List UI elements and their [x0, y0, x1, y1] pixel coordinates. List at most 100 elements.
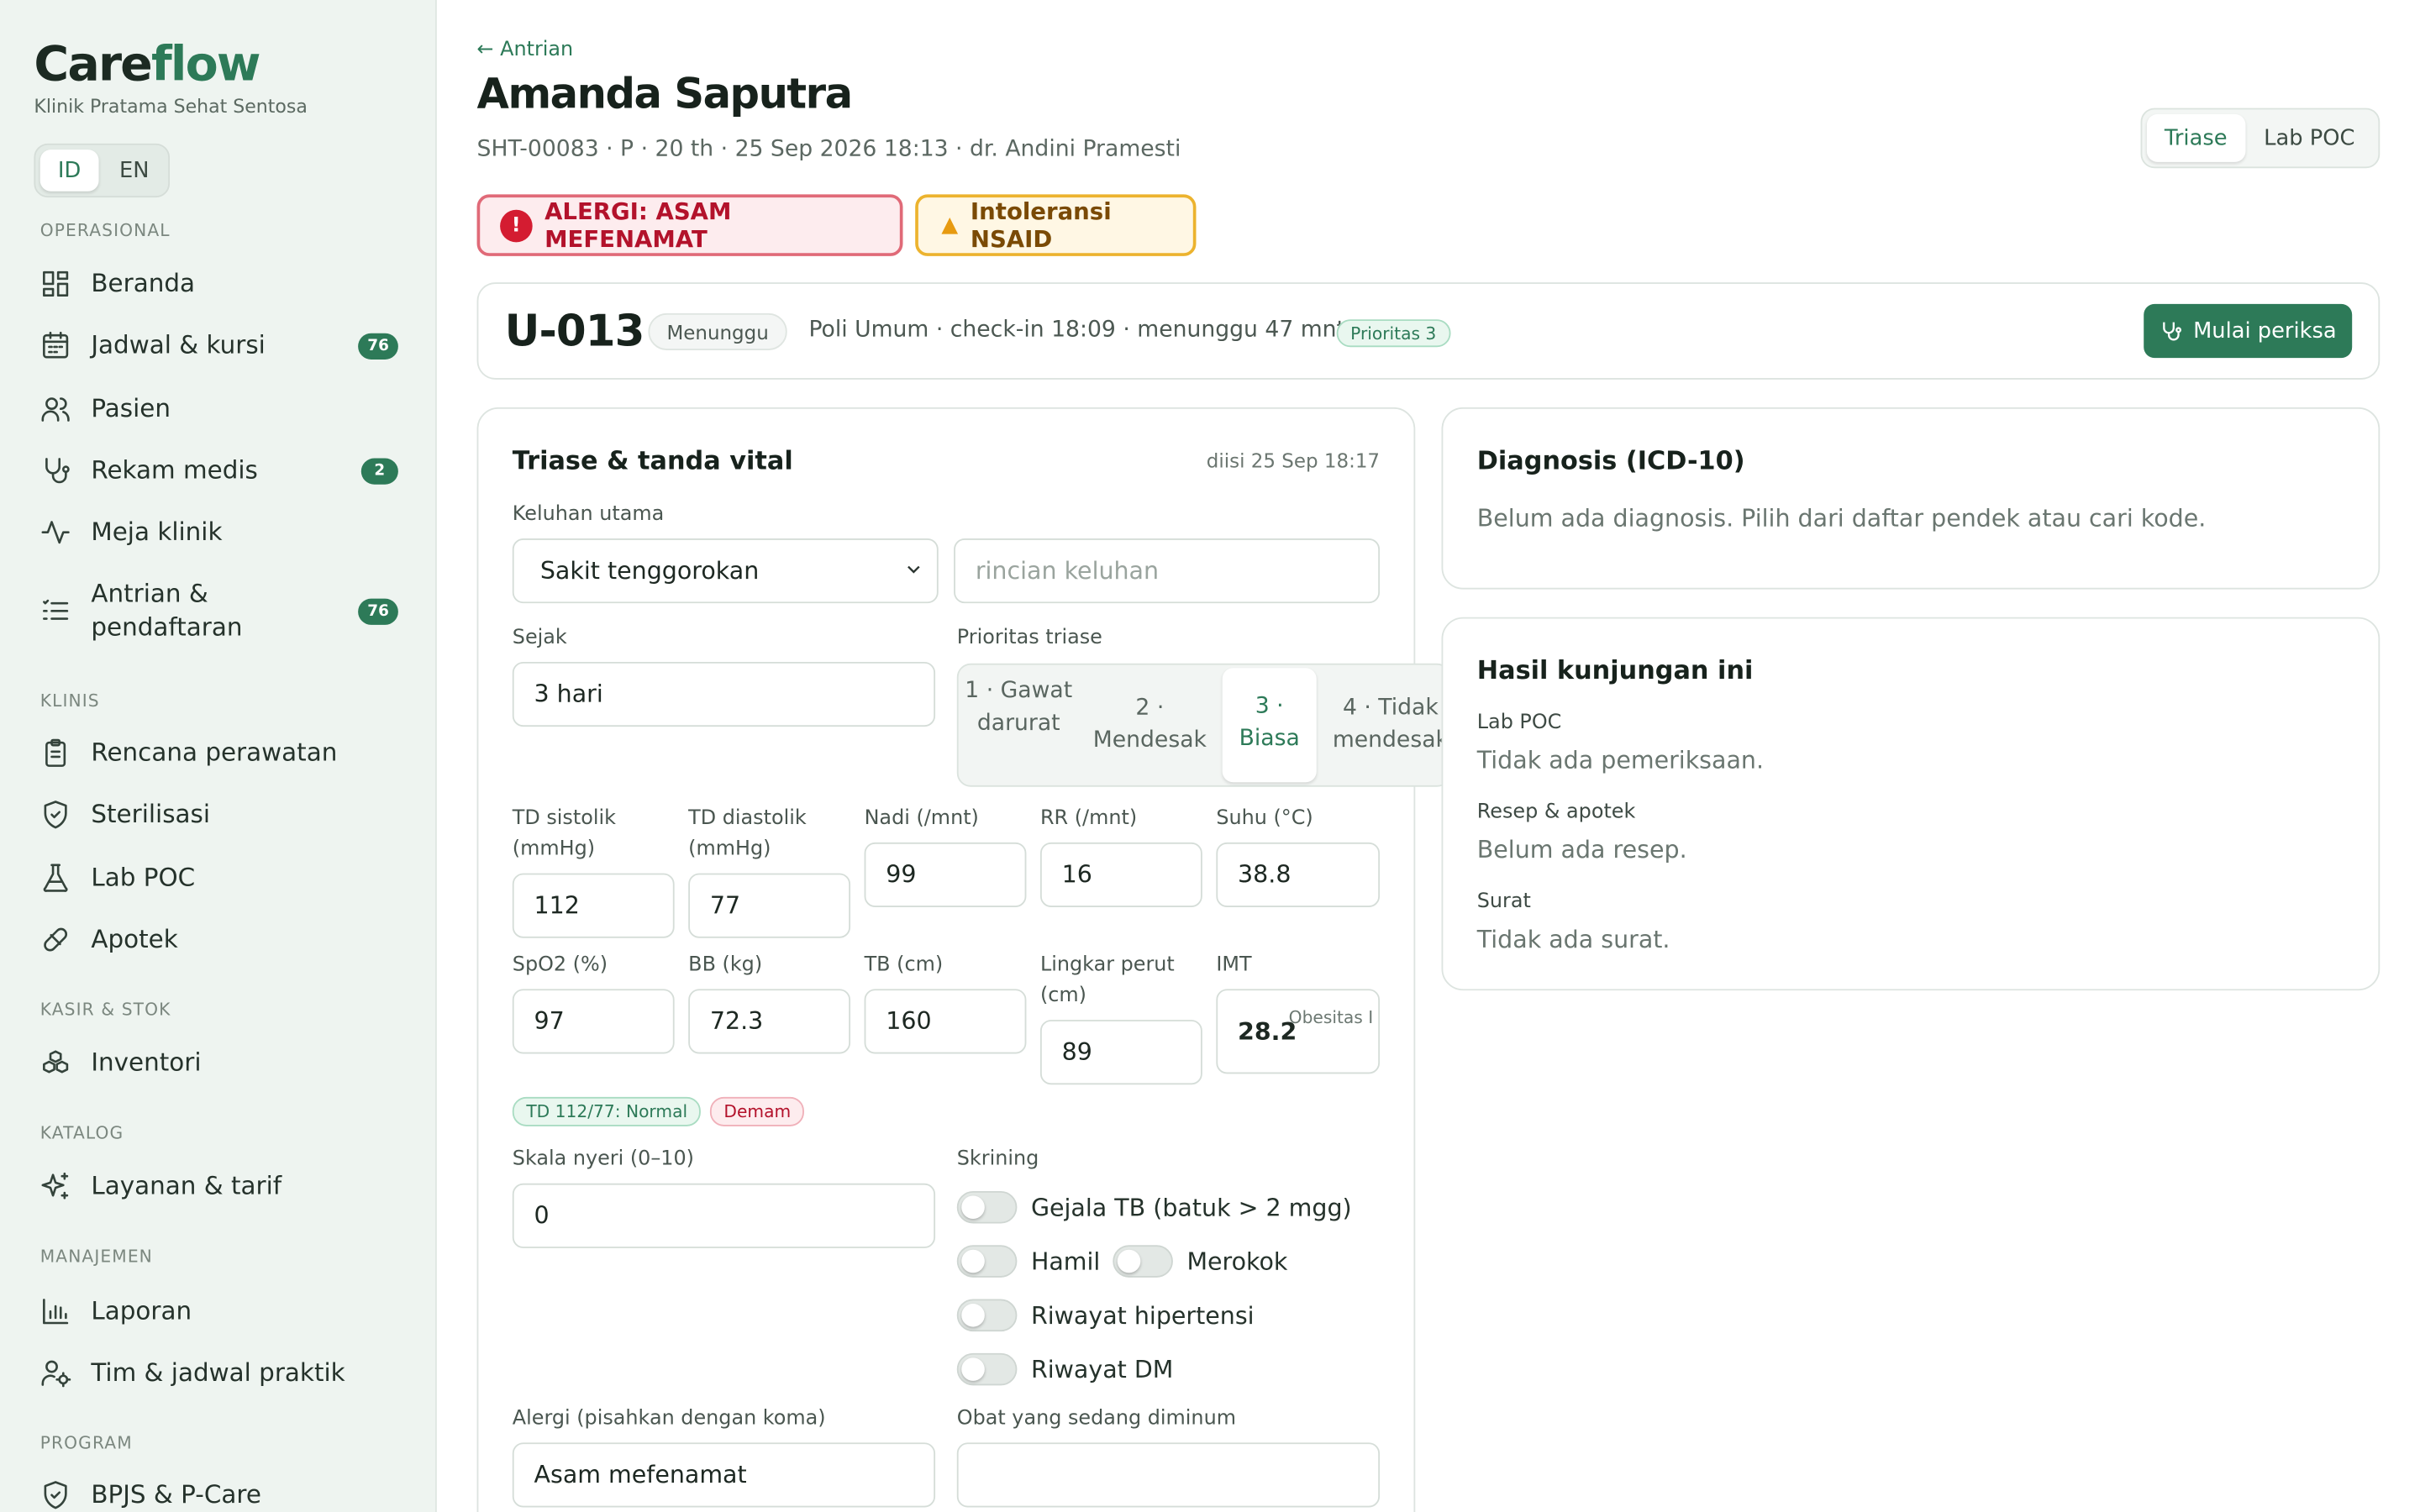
toggle-label: Riwayat DM — [1030, 1355, 1174, 1383]
toggle-switch[interactable] — [1113, 1245, 1173, 1278]
lang-id-button[interactable]: ID — [39, 150, 99, 192]
dia-input[interactable]: 77 — [688, 873, 851, 938]
sidebar-item-meja-klinik[interactable]: Meja klinik — [40, 515, 398, 549]
pulse-input[interactable]: 99 — [864, 842, 1027, 908]
triage-card: Triase & tanda vital diisi 25 Sep 18:17 … — [476, 407, 1451, 1512]
sys-label: TD sistolik (mmHg) — [512, 806, 616, 861]
sidebar-item-tim[interactable]: Tim & jadwal praktik — [40, 1356, 398, 1389]
priority-option-4[interactable]: 4 · Tidak mendesak — [1326, 671, 1455, 780]
lab-label: Lab POC — [1476, 711, 1562, 735]
view-tabs: Triase Lab POC — [2140, 108, 2381, 169]
screening-toggle-hamil[interactable]: Hamil — [956, 1245, 1101, 1278]
section-manajemen: MANAJEMEN — [39, 1247, 153, 1267]
intolerance-alert-text: Intoleransi NSAID — [970, 197, 1112, 254]
sidebar-item-sterilisasi[interactable]: Sterilisasi — [40, 798, 398, 832]
toggle-switch[interactable] — [956, 1190, 1018, 1224]
brand-logo[interactable]: Careflow — [34, 37, 261, 93]
toggle-label: Hamil — [1030, 1247, 1101, 1276]
sidebar-item-layanan[interactable]: Layanan & tarif — [40, 1169, 398, 1203]
rr-label: RR (/mnt) — [1039, 806, 1138, 831]
complaint-value: Sakit tenggorokan — [539, 557, 760, 585]
letter-label: Surat — [1476, 890, 1531, 914]
diagnosis-empty-text: Belum ada diagnosis. Pilih dari daftar p… — [1476, 504, 2207, 533]
priority-option-2[interactable]: 2 · Mendesak — [1085, 671, 1214, 780]
tab-triase[interactable]: Triase — [2146, 113, 2245, 162]
status-badge: Menunggu — [648, 312, 787, 350]
patient-meta: SHT-00083 · P · 20 th · 25 Sep 2026 18:1… — [476, 137, 1181, 162]
toggle-label: Merokok — [1186, 1247, 1288, 1276]
sidebar-item-label: Inventori — [91, 1047, 202, 1078]
triage-filled-time: diisi 25 Sep 18:17 — [1206, 449, 1381, 473]
sidebar-item-rekam-medis[interactable]: Rekam medis 2 — [40, 454, 398, 487]
sidebar-item-bpjs[interactable]: BPJS & P-Care — [40, 1478, 398, 1512]
sidebar-item-inventori[interactable]: Inventori — [40, 1046, 398, 1079]
meds-input[interactable] — [956, 1442, 1381, 1508]
complaint-label: Keluhan utama — [512, 502, 665, 527]
bb-input[interactable]: 72.3 — [688, 989, 851, 1054]
sidebar-item-apotek[interactable]: Apotek — [40, 922, 398, 956]
chevron-down-icon — [908, 565, 920, 574]
screening-toggle-tb[interactable]: Gejala TB (batuk > 2 mgg) — [956, 1190, 1352, 1224]
sidebar-item-beranda[interactable]: Beranda — [40, 267, 398, 301]
toggle-switch[interactable] — [956, 1352, 1018, 1386]
boxes-icon — [43, 1050, 69, 1074]
start-exam-label: Mulai periksa — [2193, 318, 2337, 344]
start-exam-button[interactable]: Mulai periksa — [2144, 303, 2353, 359]
sidebar-item-pasien[interactable]: Pasien — [40, 392, 398, 426]
temp-input[interactable]: 38.8 — [1216, 842, 1381, 908]
screening-toggle-hipertensi[interactable]: Riwayat hipertensi — [956, 1299, 1255, 1332]
allergy-alert-text: ALERGI: ASAM MEFENAMAT — [544, 197, 732, 254]
dia-label: TD diastolik (mmHg) — [688, 806, 807, 861]
list-icon — [43, 599, 69, 620]
allergy-input[interactable]: Asam mefenamat — [512, 1442, 936, 1508]
toggle-label: Gejala TB (batuk > 2 mgg) — [1030, 1193, 1352, 1221]
sidebar-item-rencana-perawatan[interactable]: Rencana perawatan — [40, 736, 398, 769]
app-root: Careflow Klinik Pratama Sehat Sentosa ID… — [0, 0, 2420, 1512]
brand-logo-part1: Care — [34, 37, 152, 93]
sidebar-item-label: BPJS & P-Care — [91, 1479, 261, 1509]
queue-card: U-013 Menunggu Poli Umum · check-in 18:0… — [476, 282, 2381, 380]
sidebar-item-lab-poc[interactable]: Lab POC — [40, 861, 398, 895]
since-input[interactable]: 3 hari — [512, 661, 936, 727]
waist-input[interactable]: 89 — [1039, 1020, 1202, 1085]
spo2-label: SpO2 (%) — [512, 953, 608, 977]
tb-input[interactable]: 160 — [864, 989, 1027, 1054]
sidebar-item-jadwal[interactable]: Jadwal & kursi 76 — [40, 328, 398, 362]
bar-chart-icon — [43, 1299, 69, 1325]
sys-input[interactable]: 112 — [512, 873, 675, 938]
stethoscope-icon — [45, 458, 70, 484]
section-kasir-stok: KASIR & STOK — [39, 1000, 171, 1021]
diagnosis-card: Diagnosis (ICD-10) Belum ada diagnosis. … — [1441, 407, 2381, 590]
sidebar-item-antrian[interactable]: Antrian & pendaftaran 76 — [40, 577, 398, 645]
since-label: Sejak — [512, 626, 567, 650]
toggle-switch[interactable] — [956, 1245, 1018, 1278]
sidebar-item-label: Apotek — [91, 924, 178, 954]
rx-value: Belum ada resep. — [1476, 836, 1687, 864]
sidebar-item-label: Meja klinik — [91, 517, 223, 547]
complaint-detail-input[interactable]: rincian keluhan — [954, 538, 1381, 604]
sidebar-item-laporan[interactable]: Laporan — [40, 1294, 398, 1328]
back-link[interactable]: ← Antrian — [477, 39, 574, 62]
priority-option-3[interactable]: 3 · Biasa — [1222, 668, 1317, 783]
meds-label: Obat yang sedang diminum — [956, 1407, 1236, 1431]
clipboard-icon — [45, 738, 66, 767]
shield-icon — [44, 801, 67, 829]
lab-value: Tidak ada pemeriksaan. — [1476, 746, 1765, 775]
brand-logo-part2: flow — [150, 37, 261, 93]
rr-input[interactable]: 16 — [1039, 842, 1202, 908]
toggle-switch[interactable] — [956, 1299, 1018, 1332]
screening-toggle-merokok[interactable]: Merokok — [1113, 1245, 1287, 1278]
spo2-input[interactable]: 97 — [512, 989, 675, 1054]
priority-option-1[interactable]: 1 · Gawat darurat — [965, 671, 1073, 780]
lang-en-button[interactable]: EN — [105, 150, 164, 192]
screening-toggle-dm[interactable]: Riwayat DM — [956, 1352, 1174, 1386]
complaint-select[interactable]: Sakit tenggorokan — [512, 538, 939, 604]
pulse-label: Nadi (/mnt) — [864, 806, 979, 831]
visit-title: Hasil kunjungan ini — [1476, 655, 1754, 685]
section-katalog: KATALOG — [39, 1123, 124, 1144]
pain-input[interactable]: 0 — [512, 1183, 936, 1248]
sidebar-item-label: Rencana perawatan — [91, 737, 338, 767]
section-operasional: OPERASIONAL — [39, 220, 171, 241]
allergy-label: Alergi (pisahkan dengan koma) — [512, 1407, 826, 1431]
tab-lab-poc[interactable]: Lab POC — [2245, 114, 2374, 162]
